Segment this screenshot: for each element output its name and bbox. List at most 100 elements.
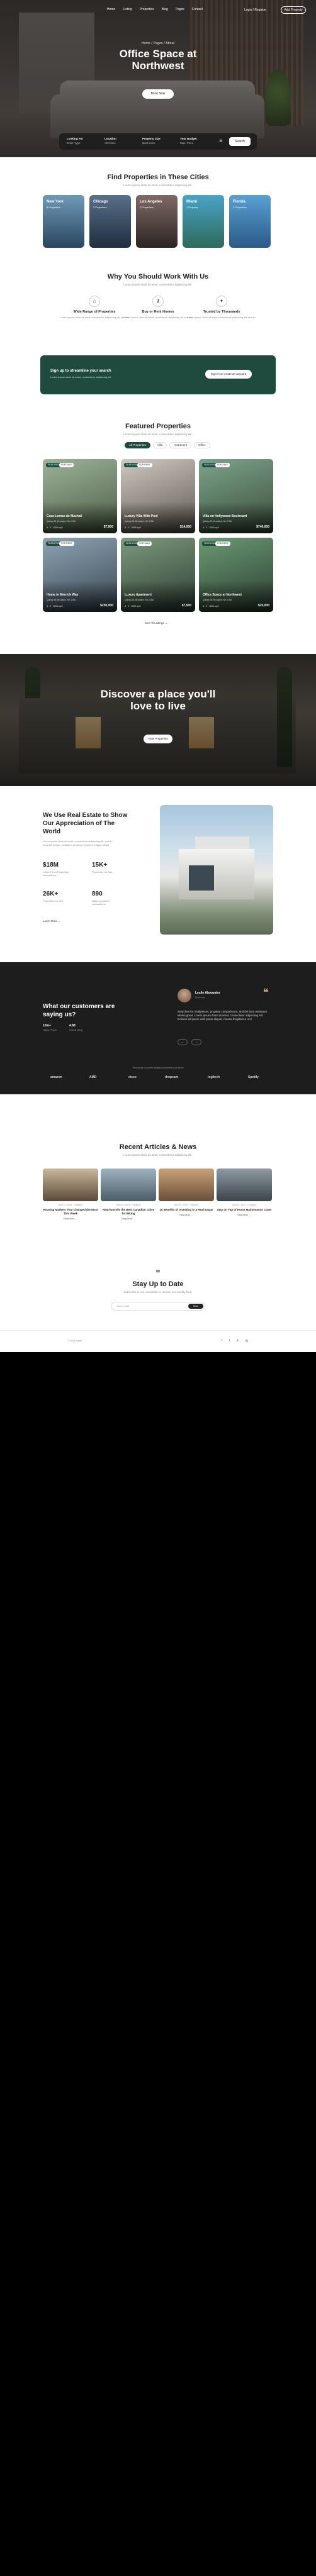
article-card[interactable]: April 19, 2024 · Furniture Read Unveils t… [101, 1169, 156, 1220]
article-image [43, 1169, 98, 1201]
testimonials-title: What our customers are saying us? [43, 1003, 115, 1018]
property-card[interactable]: FEATURED FOR RENT Office Space at Northwes… [199, 538, 273, 612]
article-title: Read Unveils the Best Canadian Cities fo… [102, 1208, 155, 1215]
testimonials-section: What our customers are saying us? 10m+ 4… [0, 962, 316, 1094]
why-title: Why You Should Work With Us [107, 273, 209, 280]
hero-title: Office Space at Northwest [0, 48, 316, 72]
status-badge: FOR RENT [59, 541, 74, 546]
city-card[interactable]: Los Angeles 2 Properties [136, 195, 178, 248]
tab-all-properties[interactable]: All Properties [125, 442, 150, 448]
property-price: $7,500 [103, 525, 113, 529]
article-card[interactable]: April 19, 2024 · Furniture Stay on Top of… [217, 1169, 272, 1216]
property-title: Luxury Apartment [125, 593, 152, 597]
banner-button[interactable]: Sign in or create an account [205, 370, 252, 379]
testimonial-role: Moderator [195, 996, 205, 999]
twitter-icon[interactable]: t [229, 1339, 230, 1343]
read-more-link[interactable]: Read More → [159, 1214, 214, 1216]
property-meta: 4 · 2 · 1200 sq ft [47, 605, 63, 608]
send-button[interactable]: Send [188, 1304, 203, 1309]
logo-spotify: Spotify [248, 1075, 259, 1079]
search-bar: Looking For Enter Type Location All Citi… [59, 133, 257, 150]
instagram-icon[interactable]: ig [245, 1339, 248, 1343]
next-arrow-icon[interactable]: → [191, 1039, 201, 1045]
handshake-icon: ✦ [216, 296, 227, 307]
nav-link-home[interactable]: Home [107, 8, 115, 11]
hero-cta-button[interactable]: Book Now [142, 89, 174, 99]
city-name: Florida [233, 200, 246, 204]
property-address: Quincy St, Brooklyn, NY, USA [203, 599, 232, 601]
property-title: Villa on Hollywood Boulevard [203, 514, 247, 518]
why-item-desc: Lorem ipsum dolor sit amet consectetur a… [187, 316, 256, 319]
linkedin-icon[interactable]: in [237, 1339, 239, 1343]
why-item-title: Trusted by Thousands [203, 310, 240, 314]
nav-link-blog[interactable]: Blog [162, 8, 168, 11]
trusted-text: Thousands of world's leading companies t… [132, 1067, 184, 1069]
search-field-location[interactable]: Location All Cities [104, 137, 116, 145]
add-property-button[interactable]: Add Property [281, 6, 306, 14]
cities-subtitle: Lorem ipsum dolor sit amet, consectetur … [123, 184, 193, 187]
tab-villa[interactable]: Villa [152, 442, 167, 448]
prev-arrow-icon[interactable]: ← [178, 1039, 188, 1045]
article-card[interactable]: April 19, 2024 · Furniture 10 Benefits of… [159, 1169, 214, 1216]
email-input[interactable]: Your e-mail [116, 1304, 129, 1307]
search-field-value: All Cities [104, 142, 116, 145]
login-link[interactable]: Login / Register [244, 8, 266, 12]
discover-section: Discover a place you'll love to live Vie… [0, 654, 316, 786]
stat-value: $18M [43, 862, 59, 869]
city-card[interactable]: Chicago 2 Properties [89, 195, 131, 248]
signup-banner: Sign up to streamline your search Lorem … [40, 355, 276, 394]
property-price: $25,000 [257, 604, 269, 608]
article-image [159, 1169, 214, 1201]
property-card[interactable]: FEATURED FOR SALE Luxury Apartment Quincy S… [121, 538, 195, 612]
see-all-link[interactable]: See All Listings → [145, 621, 167, 625]
article-title: Stay on Top of Home Maintenance Costs [217, 1208, 272, 1211]
avatar [178, 989, 191, 1002]
city-name: Los Angeles [140, 200, 162, 204]
nav-link-contact[interactable]: Contact [192, 8, 203, 11]
read-more-link[interactable]: Read More → [101, 1218, 156, 1220]
search-field-size[interactable]: Property Size Bedrooms [142, 137, 161, 145]
property-card[interactable]: FEATURED FOR SALE Casa Lomas de Machalí Qui… [43, 459, 117, 533]
city-card[interactable]: Florida 2 Properties [229, 195, 271, 248]
tab-apartment[interactable]: Apartment [169, 442, 191, 448]
stat-label: Properties for Buy [92, 870, 113, 874]
search-field-budget[interactable]: Your Budget Max. Price [180, 137, 197, 145]
sliders-icon[interactable]: ⚙ [217, 137, 225, 146]
article-meta: April 19, 2024 · Furniture [232, 1204, 257, 1206]
discover-overlay [0, 654, 316, 786]
newsletter-subtitle: Subscribe to our newsletter to receive o… [123, 1291, 193, 1294]
search-field-label: Your Budget [180, 137, 197, 140]
read-more-link[interactable]: Read More → [217, 1214, 272, 1216]
view-properties-button[interactable]: View Properties [144, 735, 172, 743]
nav-link-properties[interactable]: Properties [140, 8, 154, 11]
city-card[interactable]: Miami 1 Property [183, 195, 224, 248]
articles-title: Recent Articles & News [119, 1143, 197, 1151]
status-badge: FOR SALE [59, 463, 74, 467]
property-card[interactable]: FEATURED FOR SALE Villa on Hollywood Boule… [199, 459, 273, 533]
property-card[interactable]: FEATURED FOR RENT Home in Merrick Way Quinc… [43, 538, 117, 612]
city-count: 1 Property [186, 206, 198, 209]
learn-more-link[interactable]: Learn More → [43, 919, 61, 923]
search-field-type[interactable]: Looking For Enter Type [67, 137, 83, 145]
testimonial-author: Leslie Alexander [195, 991, 220, 995]
quote-icon: ❝ [263, 987, 269, 998]
article-card[interactable]: April 19, 2024 · Furniture Housing Market… [43, 1169, 98, 1220]
nav-link-listing[interactable]: Listing [123, 8, 132, 11]
nav-link-pages[interactable]: Pages [176, 8, 184, 11]
featured-title: Featured Properties [125, 423, 191, 430]
stats-house-image [160, 805, 273, 935]
search-field-label: Looking For [67, 137, 83, 140]
city-name: Miami [186, 200, 198, 204]
logo-dropcam: dropcam [165, 1075, 179, 1079]
property-price: $7,500 [181, 604, 191, 608]
city-card[interactable]: New York 8 Properties [43, 195, 84, 248]
search-button[interactable]: Search [229, 137, 251, 146]
property-card[interactable]: FEATURED FOR RENT Luxury Villa With Pool Qu… [121, 459, 195, 533]
discover-title-line1: Discover a place you'll [100, 688, 216, 700]
hero-title-line2: Northwest [132, 60, 184, 72]
stat-value: 890 [92, 891, 103, 897]
read-more-link[interactable]: Read More → [43, 1218, 98, 1220]
property-title: Home in Merrick Way [47, 593, 79, 597]
tab-office[interactable]: Office [193, 442, 210, 448]
status-badge: FOR SALE [215, 463, 230, 467]
